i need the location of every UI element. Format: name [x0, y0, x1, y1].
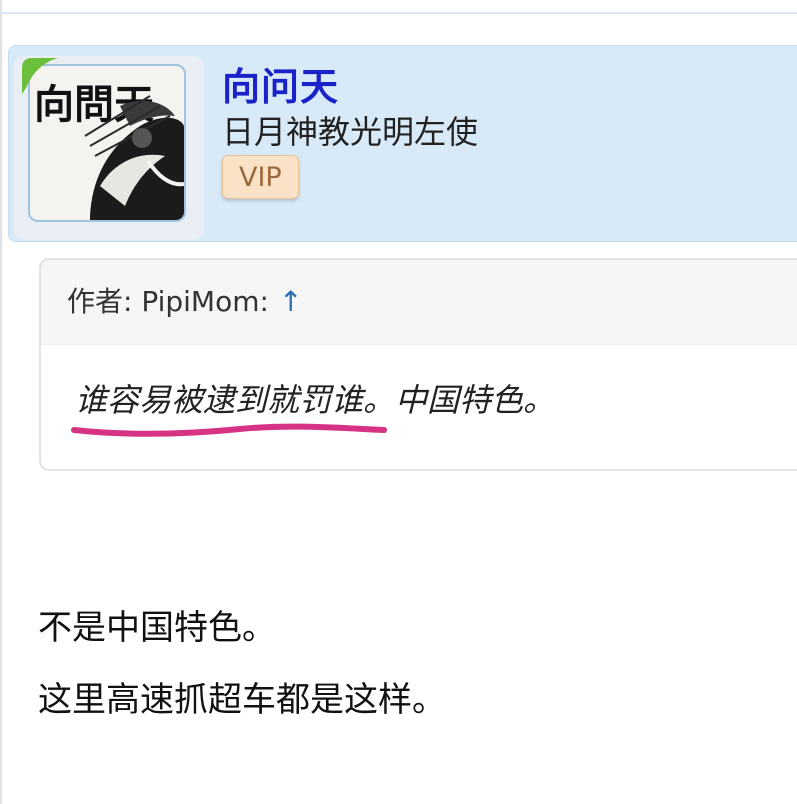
vip-badge: VIP — [222, 155, 299, 199]
jump-to-quote-arrow-icon[interactable]: ↑ — [279, 285, 302, 318]
top-divider — [0, 12, 797, 14]
reply-line-2: 这里高速抓超车都是这样。 — [38, 680, 446, 720]
quote-author-label: 作者: PipiMom: — [67, 285, 269, 318]
reply-line-1: 不是中国特色。 — [38, 608, 276, 648]
quote-author: 作者: PipiMom: ↑ — [67, 282, 302, 322]
user-title: 日月神教光明左使 — [222, 113, 479, 151]
left-border — [0, 0, 2, 804]
quote-text: 谁容易被逮到就罚谁。中国特色。 — [75, 381, 556, 419]
leaf-corner-icon — [22, 58, 58, 94]
username[interactable]: 向问天 — [222, 64, 339, 110]
highlight-underline — [71, 423, 387, 437]
quote-header: 作者: PipiMom: ↑ — [41, 260, 797, 345]
